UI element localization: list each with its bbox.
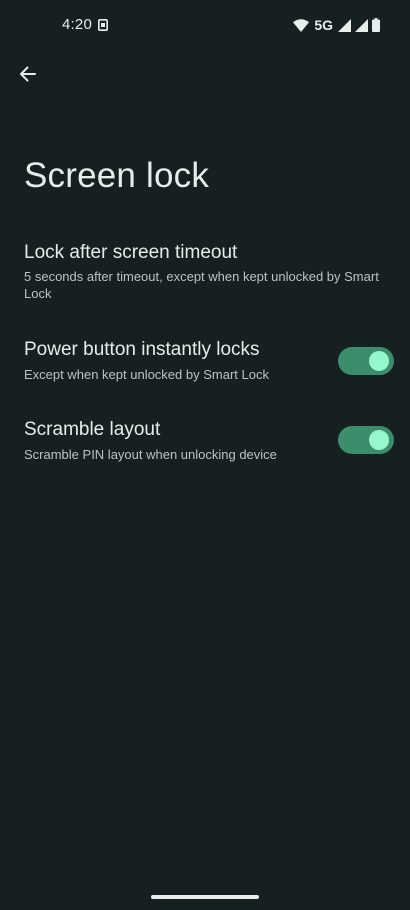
setting-summary: Scramble PIN layout when unlocking devic…	[24, 447, 277, 462]
setting-title: Power button instantly locks	[24, 339, 260, 360]
status-icons: 5G	[293, 17, 380, 33]
power-button-lock-toggle[interactable]	[338, 347, 394, 375]
wifi-icon	[293, 18, 310, 32]
scramble-layout-toggle[interactable]	[338, 426, 394, 454]
setting-lock-after-timeout[interactable]: Lock after screen timeout 5 seconds afte…	[0, 232, 410, 310]
toggle-thumb	[369, 351, 389, 371]
status-bar: 4:20 5G	[0, 0, 410, 50]
status-time: 4:20	[62, 16, 92, 33]
setting-title: Scramble layout	[24, 419, 161, 440]
setting-scramble-layout[interactable]: Scramble layout Scramble PIN layout when…	[0, 410, 410, 472]
setting-summary: 5 seconds after timeout, except when kep…	[24, 269, 379, 301]
page-title: Screen lock	[24, 156, 210, 195]
battery-icon	[372, 18, 380, 32]
toggle-thumb	[369, 430, 389, 450]
setting-summary: Except when kept unlocked by Smart Lock	[24, 367, 269, 382]
network-type-label: 5G	[314, 17, 333, 33]
arrow-left-icon	[20, 66, 36, 82]
back-button[interactable]	[10, 56, 46, 92]
sim-notification-icon	[98, 19, 108, 31]
gesture-navigation-bar[interactable]	[151, 895, 259, 899]
signal-icon	[355, 18, 368, 32]
setting-power-button-locks[interactable]: Power button instantly locks Except when…	[0, 330, 410, 392]
setting-title: Lock after screen timeout	[24, 242, 238, 263]
signal-icon	[338, 18, 351, 32]
